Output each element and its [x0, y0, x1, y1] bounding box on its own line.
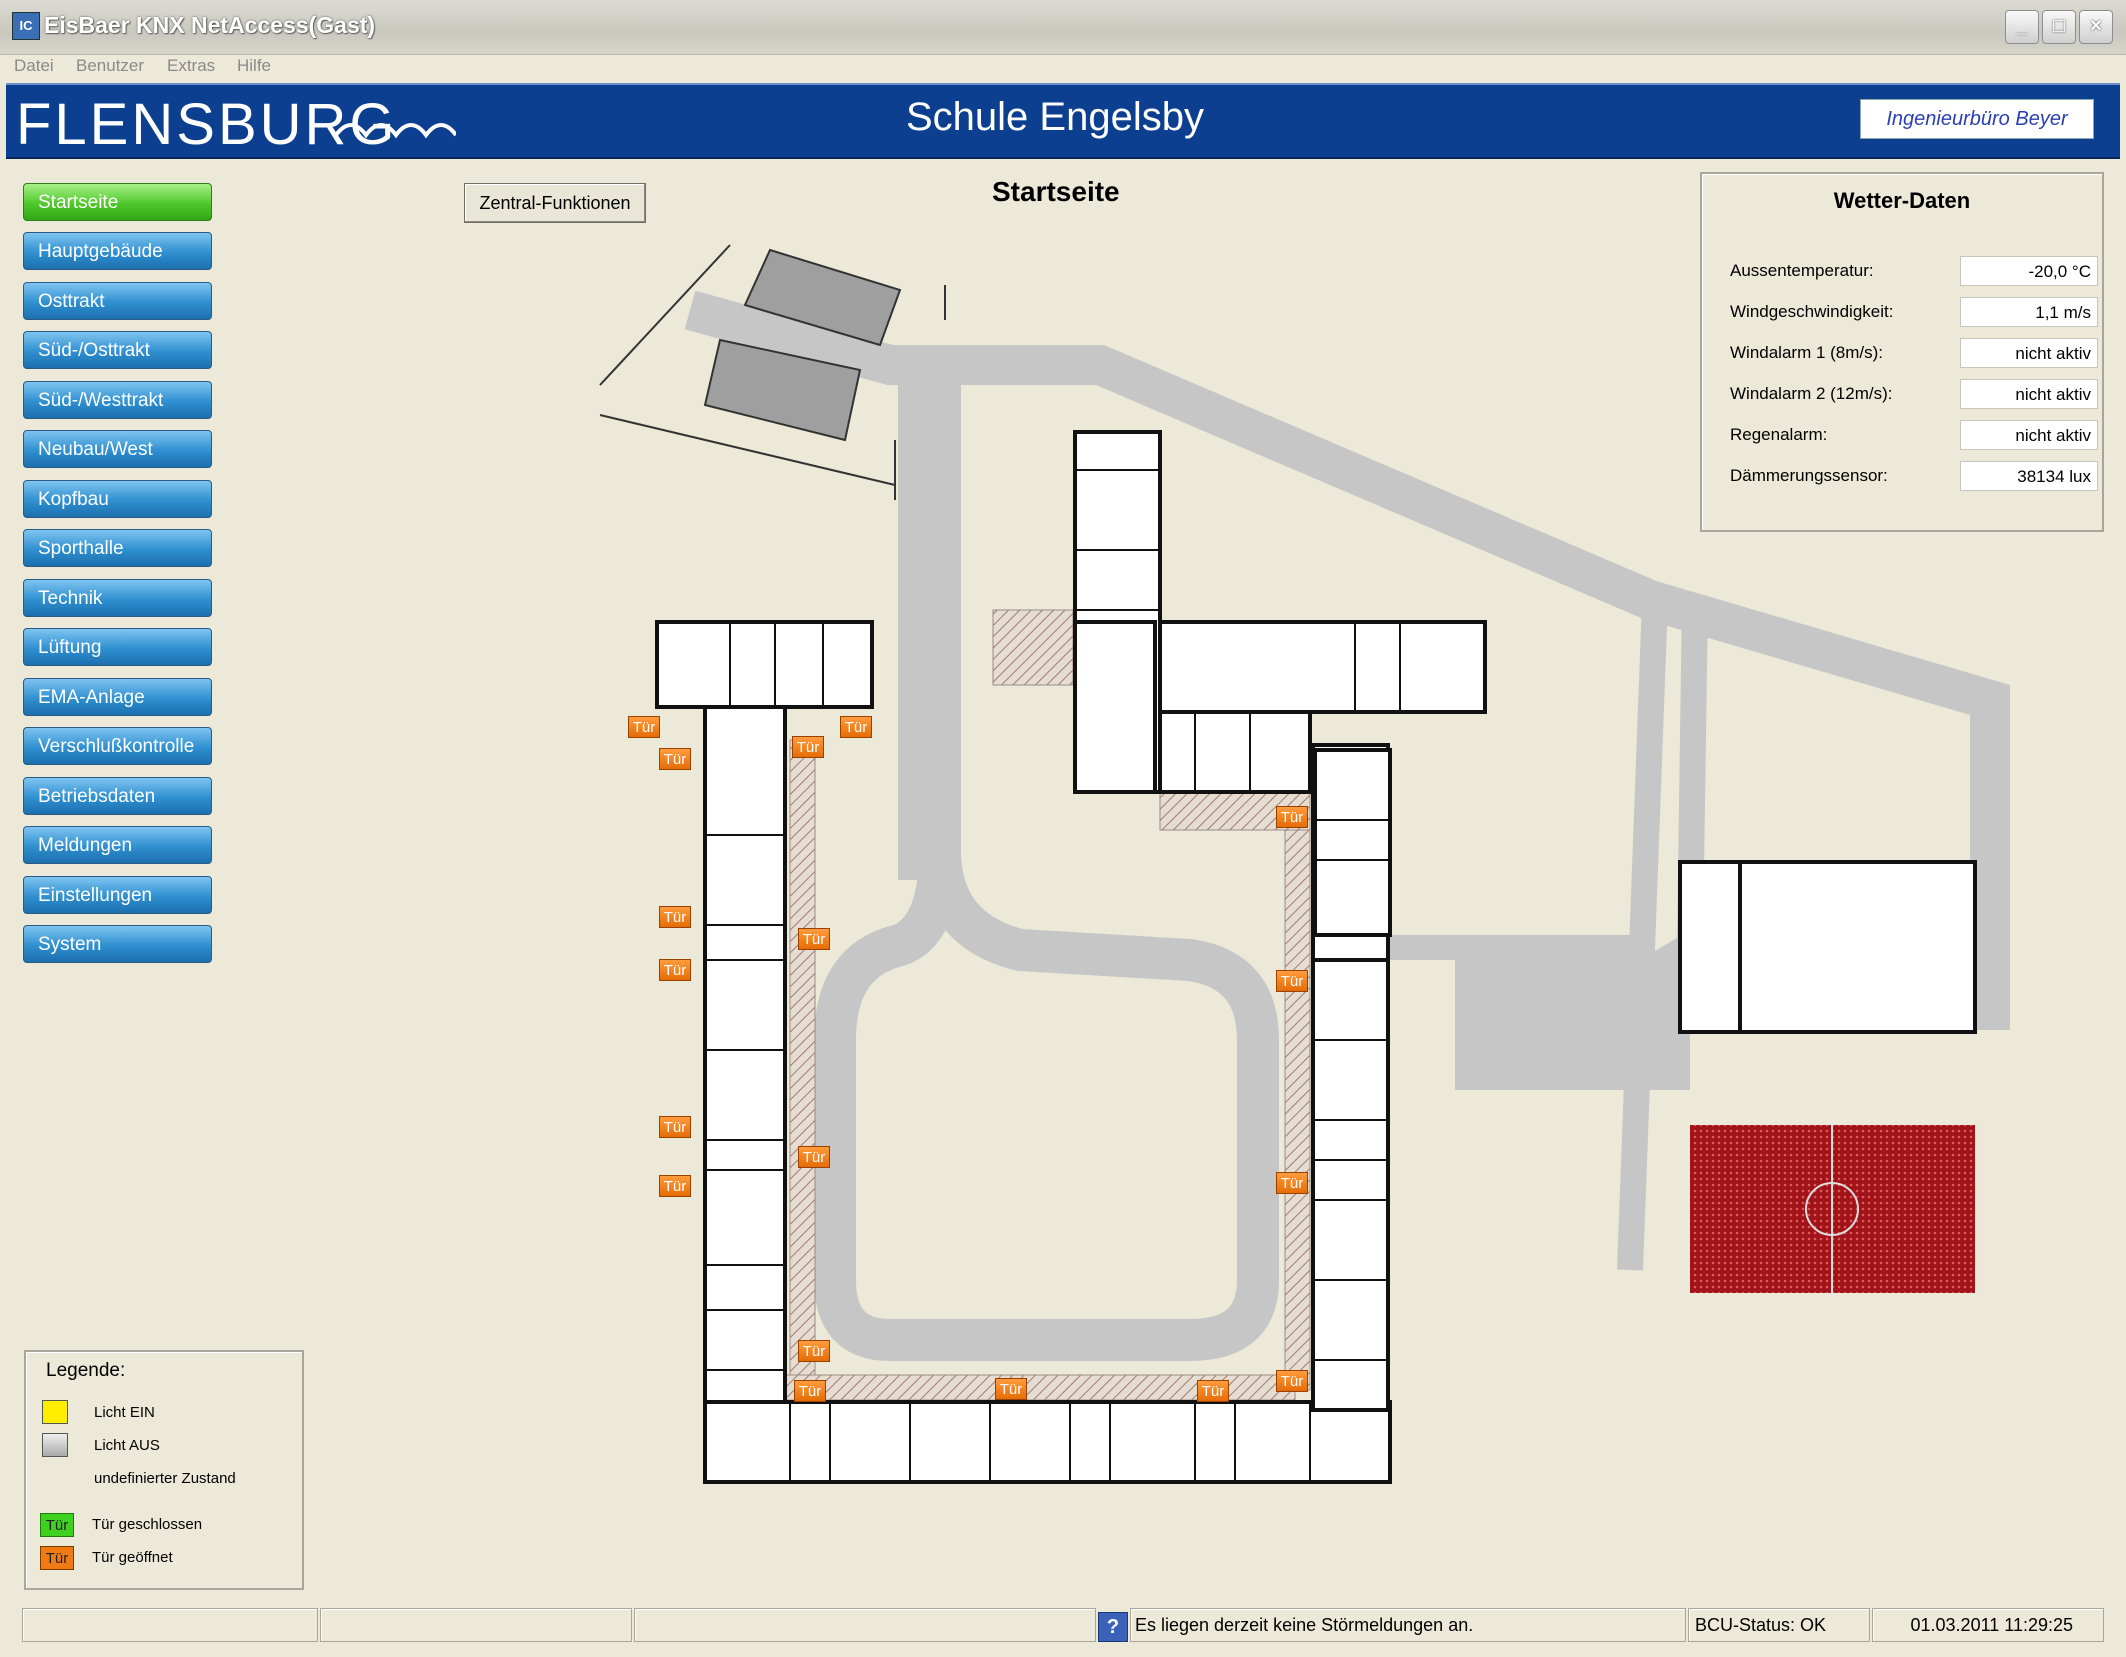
door-badge[interactable]: Tür [659, 959, 691, 981]
door-open-swatch: Tür [40, 1546, 74, 1570]
menu-extras[interactable]: Extras [167, 56, 215, 76]
weather-label: Dämmerungssensor: [1730, 466, 1888, 485]
status-cell-empty [634, 1608, 1096, 1642]
menu-benutzer[interactable]: Benutzer [76, 56, 144, 76]
door-badge[interactable]: Tür [1276, 806, 1308, 828]
nav-einstellungen[interactable]: Einstellungen [23, 876, 212, 914]
door-badge[interactable]: Tür [798, 1146, 830, 1168]
light-off-swatch [42, 1433, 68, 1457]
door-badge[interactable]: Tür [1197, 1380, 1229, 1402]
weather-row: Regenalarm: nicht aktiv [1730, 420, 2098, 450]
eisbaer-app-icon[interactable]: IC [12, 12, 40, 40]
nav-startseite[interactable]: Startseite [23, 183, 212, 221]
legend-door-open: Tür geöffnet [92, 1549, 173, 1566]
door-badge[interactable]: Tür [659, 1116, 691, 1138]
flensburg-logo: FLENSBURG [16, 91, 456, 158]
nav-technik[interactable]: Technik [23, 579, 212, 617]
door-badge[interactable]: Tür [798, 928, 830, 950]
page-title: Startseite [992, 176, 1120, 207]
weather-value: 1,1 m/s [1960, 297, 2098, 327]
nav-betriebsdaten[interactable]: Betriebsdaten [23, 777, 212, 815]
sports-field [1690, 1125, 1975, 1293]
legend-light-off: Licht AUS [94, 1437, 160, 1454]
weather-value: nicht aktiv [1960, 338, 2098, 368]
weather-value: nicht aktiv [1960, 420, 2098, 450]
paved-area [1380, 930, 1690, 1090]
menu-datei[interactable]: Datei [14, 56, 54, 76]
door-badge[interactable]: Tür [840, 716, 872, 738]
door-badge[interactable]: Tür [659, 748, 691, 770]
minimize-icon[interactable]: _ [2005, 10, 2039, 44]
legend-title: Legende: [46, 1360, 126, 1381]
status-datetime: 01.03.2011 11:29:25 [1872, 1608, 2104, 1642]
legend-panel: Legende: Licht EIN Licht AUS undefiniert… [24, 1350, 304, 1590]
nav-sporthalle[interactable]: Sporthalle [23, 529, 212, 567]
help-icon[interactable]: ? [1098, 1612, 1128, 1642]
weather-row: Aussentemperatur: -20,0 °C [1730, 256, 2098, 286]
nav-sued-osttrakt[interactable]: Süd-/Osttrakt [23, 331, 212, 369]
nav-verschlusskontrolle[interactable]: Verschlußkontrolle [23, 727, 212, 765]
parking-area [599, 244, 946, 500]
menu-bar: Datei Benutzer Extras Hilfe [0, 54, 2126, 80]
nav-lueftung[interactable]: Lüftung [23, 628, 212, 666]
weather-value: -20,0 °C [1960, 256, 2098, 286]
door-closed-swatch: Tür [40, 1513, 74, 1537]
weather-label: Windgeschwindigkeit: [1730, 302, 1894, 321]
door-badge[interactable]: Tür [1276, 1172, 1308, 1194]
weather-row: Dämmerungssensor: 38134 lux [1730, 461, 2098, 491]
nav-meldungen[interactable]: Meldungen [23, 826, 212, 864]
door-badge[interactable]: Tür [659, 1175, 691, 1197]
door-badge[interactable]: Tür [995, 1378, 1027, 1400]
door-badge[interactable]: Tür [798, 1340, 830, 1362]
status-bar: Es liegen derzeit keine Störmeldungen an… [0, 1608, 2126, 1648]
brand-label[interactable]: Ingenieurbüro Beyer [1860, 99, 2094, 139]
legend-light-on: Licht EIN [94, 1404, 155, 1421]
status-cell-empty [22, 1608, 318, 1642]
door-badge[interactable]: Tür [794, 1380, 826, 1402]
door-badge[interactable]: Tür [1276, 970, 1308, 992]
weather-row: Windalarm 1 (8m/s): nicht aktiv [1730, 338, 2098, 368]
maximize-icon[interactable]: □ [2042, 10, 2076, 44]
nav-ema-anlage[interactable]: EMA-Anlage [23, 678, 212, 716]
light-on-swatch [42, 1400, 68, 1424]
weather-label: Windalarm 1 (8m/s): [1730, 343, 1884, 362]
weather-title: Wetter-Daten [1833, 188, 1971, 213]
status-message: Es liegen derzeit keine Störmeldungen an… [1130, 1608, 1686, 1642]
window-title-bar: IC EisBaer KNX NetAccess(Gast) _ □ × [0, 0, 2126, 55]
nav-osttrakt[interactable]: Osttrakt [23, 282, 212, 320]
nav-system[interactable]: System [23, 925, 212, 963]
weather-value: nicht aktiv [1960, 379, 2098, 409]
header-banner: FLENSBURG Schule Engelsby Ingenieurbüro … [6, 83, 2120, 159]
door-badge[interactable]: Tür [628, 716, 660, 738]
legend-door-closed: Tür geschlossen [92, 1516, 203, 1533]
nav-neubau-west[interactable]: Neubau/West [23, 430, 212, 468]
door-badge[interactable]: Tür [792, 736, 824, 758]
close-icon[interactable]: × [2079, 10, 2113, 44]
school-buildings [655, 430, 1977, 1484]
menu-hilfe[interactable]: Hilfe [237, 56, 271, 76]
window-title: EisBaer KNX NetAccess(Gast) [44, 12, 376, 38]
weather-row: Windgeschwindigkeit: 1,1 m/s [1730, 297, 2098, 327]
logo-wave-icon [336, 123, 456, 139]
door-badge[interactable]: Tür [659, 906, 691, 928]
legend-undefined: undefinierter Zustand [94, 1470, 236, 1487]
weather-label: Aussentemperatur: [1730, 261, 1874, 280]
weather-row: Windalarm 2 (12m/s): nicht aktiv [1730, 379, 2098, 409]
weather-label: Regenalarm: [1730, 425, 1828, 444]
bcu-status: BCU-Status: OK [1688, 1608, 1870, 1642]
school-name: Schule Engelsby [906, 95, 1204, 139]
zentral-funktionen-button[interactable]: Zentral-Funktionen [464, 183, 646, 223]
nav-kopfbau[interactable]: Kopfbau [23, 480, 212, 518]
door-badge[interactable]: Tür [1276, 1370, 1308, 1392]
weather-value: 38134 lux [1960, 461, 2098, 491]
nav-hauptgebaeude[interactable]: Hauptgebäude [23, 232, 212, 270]
weather-panel: Wetter-Daten Aussentemperatur: -20,0 °C … [1700, 172, 2104, 532]
weather-label: Windalarm 2 (12m/s): [1730, 384, 1893, 403]
nav-sued-westtrakt[interactable]: Süd-/Westtrakt [23, 381, 212, 419]
status-cell-empty [320, 1608, 632, 1642]
